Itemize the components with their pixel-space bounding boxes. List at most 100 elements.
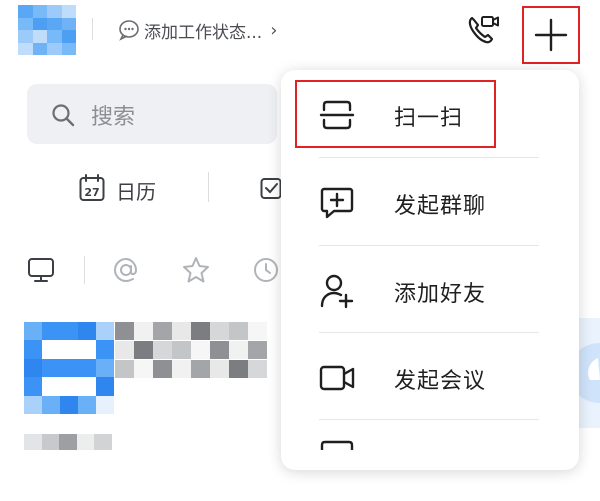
blur-pixel [229, 360, 248, 378]
blur-pixel [24, 434, 42, 450]
blur-pixel [134, 360, 153, 378]
blur-pixel [191, 322, 210, 340]
avatar-pixel [96, 340, 114, 359]
avatar-pixel [96, 395, 114, 414]
calendar-label[interactable]: 日历 [116, 176, 156, 205]
menu-item-add-friend[interactable]: 添加好友 [281, 246, 579, 333]
blur-pixel [153, 341, 172, 359]
calendar-icon[interactable]: 27 [79, 174, 105, 202]
blur-pixel [153, 360, 172, 378]
calendar-day: 27 [84, 186, 99, 199]
chat-avatar[interactable] [24, 322, 114, 414]
menu-separator [319, 419, 539, 420]
chevron-right-icon: › [270, 19, 278, 41]
work-status-button[interactable]: 添加工作状态... › [118, 16, 277, 44]
chat-avatar-2[interactable] [24, 434, 112, 450]
blur-pixel [115, 341, 134, 359]
avatar-pixel [18, 42, 33, 55]
blur-pixel [134, 322, 153, 340]
blur-pixel [115, 322, 134, 340]
blur-pixel [210, 341, 229, 359]
menu-item-label: 添加好友 [394, 282, 487, 307]
avatar-pixel [42, 377, 60, 396]
monitor-icon[interactable] [27, 256, 55, 284]
clock-icon[interactable] [252, 256, 278, 284]
avatar-pixel [24, 358, 42, 378]
avatar-pixel [18, 30, 33, 43]
avatar-pixel [61, 5, 76, 18]
plus-icon [534, 18, 568, 52]
menu-item-label: 发起会议 [394, 369, 487, 394]
avatar-pixel [32, 42, 47, 55]
avatar-pixel [24, 395, 42, 414]
at-icon[interactable] [113, 256, 139, 284]
work-status-text: 添加工作状态... [144, 22, 263, 43]
avatar-pixel [32, 30, 47, 43]
user-avatar[interactable] [18, 5, 76, 55]
add-friend-icon [320, 274, 354, 309]
blur-pixel [153, 322, 172, 340]
menu-item-group-chat[interactable]: 发起群聊 [281, 158, 579, 245]
menu-item-partial-icon [320, 440, 354, 450]
search-icon [52, 104, 75, 127]
avatar-pixel [96, 358, 114, 378]
avatar-pixel [47, 30, 62, 43]
blur-pixel [134, 341, 153, 359]
avatar-pixel [24, 340, 42, 359]
avatar-pixel [61, 42, 76, 55]
blur-pixel [210, 322, 229, 340]
avatar-pixel [61, 17, 76, 30]
quick-filter-divider [84, 256, 85, 284]
group-chat-icon [320, 187, 354, 219]
chat-bubble-icon [119, 20, 139, 41]
blur-pixel [248, 360, 267, 378]
video-call-icon[interactable] [466, 14, 500, 46]
avatar-pixel [60, 377, 78, 396]
avatar-pixel [78, 340, 96, 359]
avatar-pixel [78, 377, 96, 396]
blur-pixel [76, 434, 95, 450]
avatar-pixel [96, 322, 114, 341]
blur-pixel [172, 322, 191, 340]
avatar-pixel [96, 377, 114, 396]
avatar-pixel [47, 42, 62, 55]
avatar-pixel [47, 5, 62, 18]
avatar-pixel [32, 17, 47, 30]
avatar-pixel [60, 322, 78, 341]
plus-button[interactable] [522, 6, 580, 64]
blur-pixel [59, 434, 77, 450]
blur-pixel [172, 341, 191, 359]
blur-pixel [94, 434, 112, 450]
avatar-pixel [60, 340, 78, 359]
avatar-pixel [78, 358, 96, 378]
avatar-pixel [78, 322, 96, 341]
avatar-pixel [60, 395, 78, 414]
avatar-pixel [42, 322, 60, 341]
header-divider [92, 18, 93, 40]
avatar-pixel [60, 358, 78, 378]
todo-icon[interactable] [260, 176, 282, 200]
avatar-pixel [32, 5, 47, 18]
blur-pixel [210, 360, 229, 378]
avatar-pixel [42, 358, 60, 378]
avatar-pixel [18, 17, 33, 30]
menu-item-label: 发起群聊 [394, 194, 487, 219]
blur-pixel [191, 341, 210, 359]
blur-pixel [248, 341, 267, 359]
blur-pixel [229, 341, 248, 359]
search-placeholder: 搜索 [91, 105, 136, 130]
star-icon[interactable] [182, 256, 210, 284]
scan-highlight-box [295, 80, 496, 148]
avatar-pixel [18, 5, 33, 18]
menu-item-start-meeting[interactable]: 发起会议 [281, 333, 579, 420]
chat-preview-blurred [115, 322, 275, 382]
avatar-pixel [42, 340, 60, 359]
blur-pixel [229, 322, 248, 340]
avatar-pixel [78, 395, 96, 414]
avatar-pixel [42, 395, 60, 414]
blur-pixel [41, 434, 60, 450]
blur-pixel [172, 360, 191, 378]
avatar-pixel [61, 30, 76, 43]
toolbar-divider [208, 172, 209, 202]
blur-pixel [248, 322, 267, 340]
